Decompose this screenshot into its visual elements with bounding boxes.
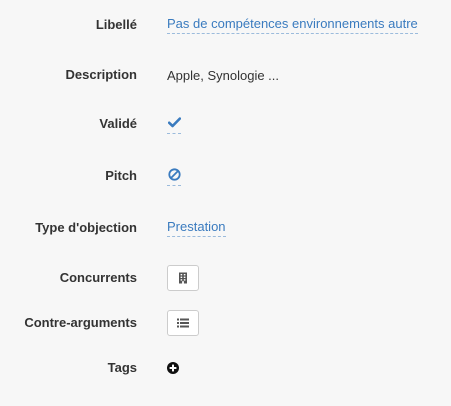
valide-value-wrap (167, 109, 181, 139)
description-label: Description (65, 67, 137, 82)
row-tags: Tags (0, 353, 451, 383)
list-icon (177, 318, 189, 328)
type-objection-editable[interactable]: Prestation (167, 219, 226, 237)
description-value: Apple, Synologie ... (167, 67, 280, 83)
valide-label: Validé (99, 116, 137, 131)
detail-form: Libellé Pas de compétences environnement… (0, 0, 451, 406)
tags-value-wrap (167, 353, 179, 383)
pitch-value-wrap (167, 161, 181, 191)
plus-circle-icon[interactable] (167, 362, 179, 374)
row-type-objection: Type d'objection Prestation (0, 213, 451, 243)
ban-icon[interactable] (167, 167, 181, 186)
type-objection-label: Type d'objection (35, 220, 137, 235)
row-pitch: Pitch (0, 161, 451, 191)
type-objection-value-wrap: Prestation (167, 213, 226, 243)
contre-arguments-label: Contre-arguments (24, 315, 137, 330)
description-value-wrap: Apple, Synologie ... (167, 60, 279, 90)
row-contre-arguments: Contre-arguments (0, 308, 451, 338)
concurrents-value-wrap (167, 263, 199, 293)
building-icon (179, 272, 187, 284)
contre-arguments-button[interactable] (167, 310, 199, 336)
tags-label: Tags (107, 360, 137, 375)
row-libelle: Libellé Pas de compétences environnement… (0, 10, 451, 40)
contre-arguments-value-wrap (167, 308, 199, 338)
check-icon[interactable] (167, 115, 181, 134)
row-description: Description Apple, Synologie ... (0, 60, 451, 90)
concurrents-button[interactable] (167, 265, 199, 291)
libelle-value-wrap: Pas de compétences environnements autre (167, 10, 418, 40)
row-concurrents: Concurrents (0, 263, 451, 293)
row-valide: Validé (0, 109, 451, 139)
libelle-label: Libellé (95, 17, 137, 32)
libelle-editable[interactable]: Pas de compétences environnements autre (167, 16, 418, 34)
concurrents-label: Concurrents (59, 270, 137, 285)
pitch-label: Pitch (105, 168, 137, 183)
